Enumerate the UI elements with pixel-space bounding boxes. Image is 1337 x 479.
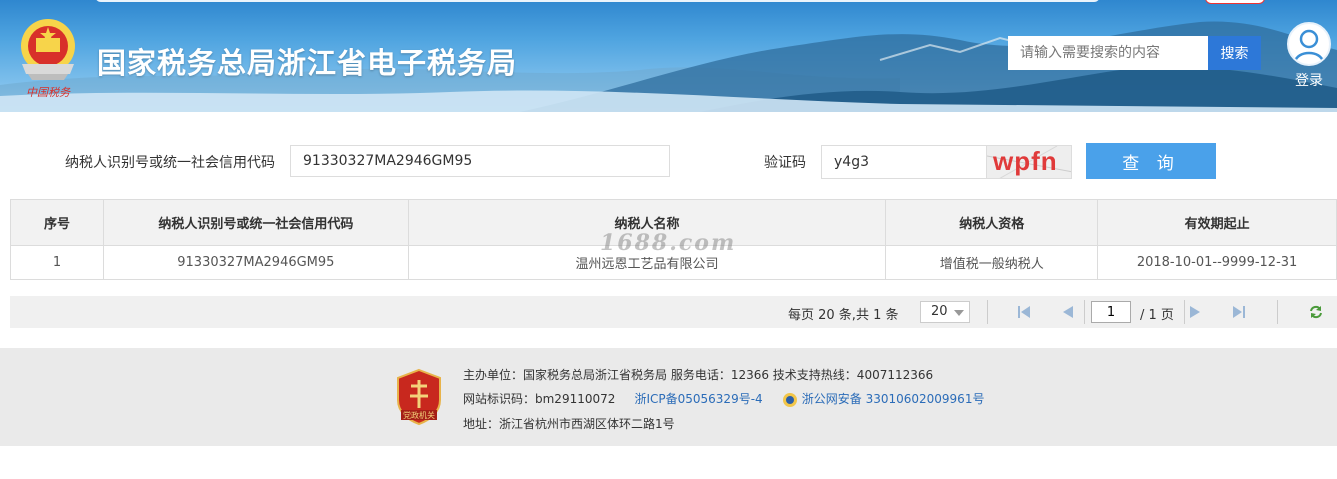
user-avatar-icon[interactable] — [1287, 22, 1331, 66]
page-size-select[interactable]: 20 — [920, 301, 970, 323]
captcha-text: wpfn — [993, 146, 1058, 176]
header-banner: 中国税务 国家税务总局浙江省电子税务局 搜索 登录 — [0, 0, 1337, 112]
cell-index: 1 — [10, 245, 104, 280]
captcha-input[interactable] — [821, 145, 987, 179]
page-size-value: 20 — [931, 304, 948, 319]
page-summary: 每页 20 条,共 1 条 — [788, 308, 899, 323]
current-page-input[interactable] — [1091, 301, 1131, 323]
next-page-icon[interactable] — [1187, 304, 1203, 320]
pagination-bar: 每页 20 条,共 1 条 20 / 1 页 — [10, 296, 1337, 328]
chevron-down-icon — [954, 310, 964, 316]
emblem-caption: 中国税务 — [26, 86, 71, 99]
refresh-icon[interactable] — [1308, 304, 1324, 320]
total-pages: / 1 页 — [1140, 308, 1174, 323]
badge-caption: 党政机关 — [403, 410, 435, 420]
site-title: 国家税务总局浙江省电子税务局 — [97, 46, 518, 80]
captcha-label: 验证码 — [764, 155, 806, 171]
top-red-tab — [1205, 0, 1265, 4]
taxpayer-id-input[interactable] — [290, 145, 670, 177]
icp-link[interactable]: 浙ICP备05056329号-4 — [634, 392, 762, 406]
login-button[interactable]: 登录 — [1284, 22, 1334, 90]
footer-address: 地址：浙江省杭州市西湖区体环二路1号 — [463, 417, 675, 431]
divider — [1277, 300, 1278, 324]
footer-host-info: 主办单位：国家税务总局浙江省税务局 服务电话：12366 技术支持热线：4007… — [463, 368, 934, 382]
prev-page-icon[interactable] — [1060, 304, 1076, 320]
last-page-icon[interactable] — [1231, 304, 1247, 320]
captcha-image[interactable]: wpfn — [986, 145, 1072, 179]
search-input[interactable] — [1008, 36, 1208, 70]
footer-site-line: 网站标识码：bm29110072 浙ICP备05056329号-4 浙公网安备 … — [463, 390, 984, 408]
col-header-validity: 有效期起止 — [1097, 199, 1337, 246]
col-header-taxpayer-id: 纳税人识别号或统一社会信用代码 — [102, 199, 409, 246]
cell-validity: 2018-10-01--9999-12-31 — [1097, 245, 1337, 280]
footer: 党政机关 主办单位：国家税务总局浙江省税务局 服务电话：12366 技术支持热线… — [0, 348, 1337, 446]
divider — [1084, 300, 1085, 324]
search-button[interactable]: 搜索 — [1208, 36, 1261, 70]
col-header-qualification: 纳税人资格 — [885, 199, 1099, 246]
police-badge-icon — [782, 392, 797, 407]
top-search-strip — [95, 0, 1100, 2]
first-page-icon[interactable] — [1016, 304, 1032, 320]
taxpayer-id-label: 纳税人识别号或统一社会信用代码 — [65, 155, 275, 171]
party-gov-badge-icon[interactable]: 党政机关 — [394, 368, 444, 426]
tax-emblem-icon: 中国税务 — [21, 19, 75, 99]
site-id: 网站标识码：bm29110072 — [463, 392, 616, 406]
col-header-index: 序号 — [10, 199, 104, 246]
query-button[interactable]: 查 询 — [1086, 143, 1216, 179]
divider — [1184, 300, 1185, 324]
cell-taxpayer-id: 91330327MA2946GM95 — [102, 245, 409, 280]
police-record-link[interactable]: 浙公网安备 33010602009961号 — [802, 392, 985, 406]
cell-qualification: 增值税一般纳税人 — [885, 245, 1099, 280]
watermark: 1688.com — [600, 230, 737, 256]
login-label[interactable]: 登录 — [1284, 70, 1334, 90]
divider — [987, 300, 988, 324]
